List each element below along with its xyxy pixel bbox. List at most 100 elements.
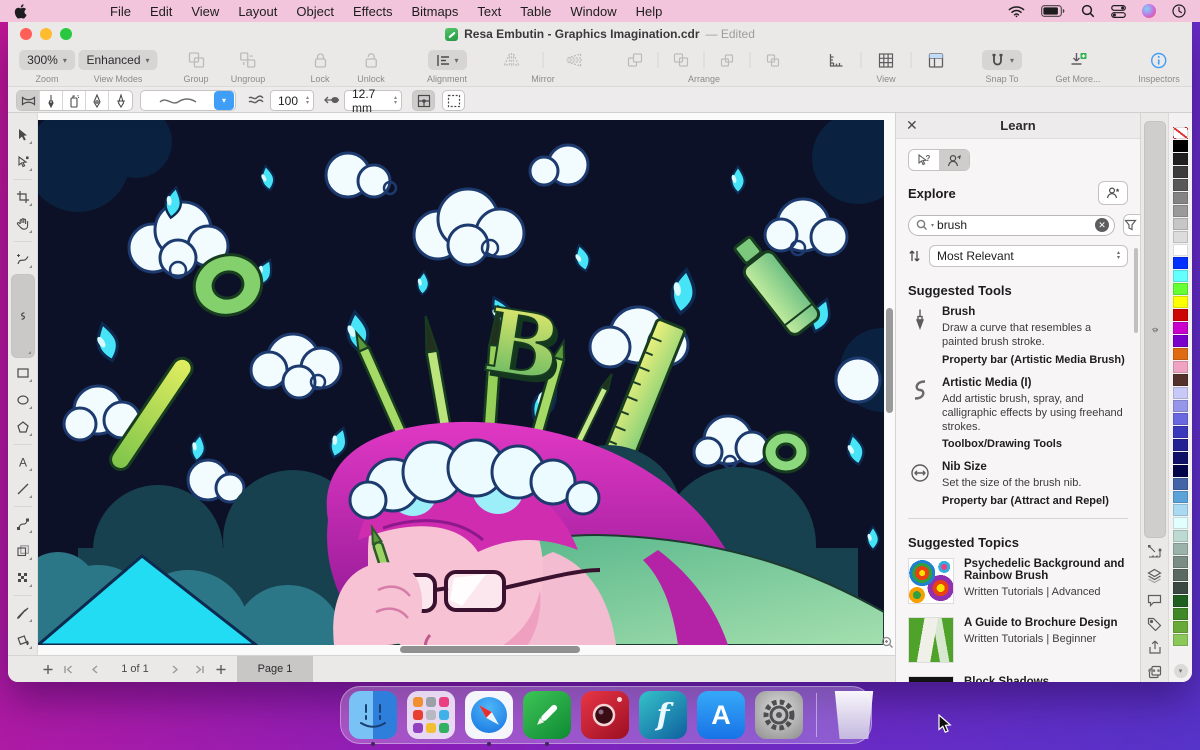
color-swatch[interactable] — [1173, 270, 1188, 282]
battery-icon[interactable] — [1041, 5, 1065, 17]
color-swatch[interactable] — [1173, 608, 1188, 620]
to-front-button[interactable] — [627, 52, 644, 69]
suggested-tool-artistic-media[interactable]: Artistic Media (I) Add artistic brush, s… — [908, 377, 1128, 451]
dock-finder-icon[interactable] — [349, 691, 397, 739]
dock-trash-icon[interactable] — [830, 691, 878, 739]
bezier-tool[interactable] — [11, 512, 35, 536]
grid-toggle-button[interactable] — [878, 52, 895, 69]
zoom-corner-icon[interactable] — [881, 636, 894, 649]
transparency-tool[interactable] — [11, 539, 35, 563]
dock-app-store-icon[interactable]: A — [697, 691, 745, 739]
color-swatch[interactable] — [1173, 517, 1188, 529]
color-swatch[interactable] — [1173, 413, 1188, 425]
topic-brochure-design[interactable]: A Guide to Brochure Design Written Tutor… — [908, 617, 1128, 663]
straight-line-tool[interactable] — [11, 477, 35, 501]
palette-expand-icon[interactable]: ▾ — [1174, 664, 1188, 678]
color-swatch[interactable] — [1173, 426, 1188, 438]
control-center-icon[interactable] — [1111, 5, 1126, 18]
color-swatch[interactable] — [1173, 296, 1188, 308]
hints-mode-button[interactable]: ? — [909, 150, 939, 170]
color-swatch[interactable] — [1173, 218, 1188, 230]
ungroup-button[interactable] — [239, 51, 257, 69]
menu-view[interactable]: View — [191, 4, 219, 19]
color-swatch[interactable] — [1173, 556, 1188, 568]
color-swatch[interactable] — [1173, 361, 1188, 373]
preset-mode-button[interactable] — [17, 91, 40, 110]
close-window-button[interactable] — [20, 28, 32, 40]
color-swatch[interactable] — [1173, 335, 1188, 347]
stepper-icon[interactable]: ▴▾ — [302, 96, 313, 106]
nib-size-input[interactable]: 12.7 mm ▴▾ — [344, 90, 402, 111]
color-swatch[interactable] — [1173, 127, 1188, 139]
first-page-button[interactable] — [63, 656, 73, 682]
apple-menu-icon[interactable] — [14, 4, 27, 19]
wifi-icon[interactable] — [1008, 5, 1025, 18]
transform-tab-icon[interactable] — [1144, 541, 1166, 562]
color-swatch[interactable] — [1173, 465, 1188, 477]
artistic-media-tool[interactable] — [11, 274, 35, 358]
color-swatch[interactable] — [1173, 205, 1188, 217]
color-swatch[interactable] — [1173, 140, 1188, 152]
pick-tool[interactable] — [11, 123, 35, 147]
comments-tab-icon[interactable] — [1144, 589, 1166, 610]
color-swatch[interactable] — [1173, 231, 1188, 243]
add-page-button-right[interactable] — [216, 656, 227, 682]
color-swatch[interactable] — [1173, 400, 1188, 412]
stroke-preset-dropdown[interactable]: ▾ — [140, 90, 236, 111]
color-swatch[interactable] — [1173, 387, 1188, 399]
back-one-button[interactable] — [765, 52, 782, 69]
drawing-canvas[interactable]: AA BB CC — [38, 113, 895, 655]
learn-tab-icon[interactable] — [1144, 121, 1166, 538]
dock-system-settings-icon[interactable] — [755, 691, 803, 739]
menu-file[interactable]: File — [110, 4, 131, 19]
mesh-fill-tool[interactable] — [11, 566, 35, 590]
menu-help[interactable]: Help — [636, 4, 663, 19]
color-swatch[interactable] — [1173, 452, 1188, 464]
shape-edit-tool[interactable] — [11, 150, 35, 174]
sort-order-select[interactable]: Most Relevant ▴▾ — [929, 245, 1128, 267]
color-swatch[interactable] — [1173, 374, 1188, 386]
freehand-tool[interactable] — [11, 247, 35, 271]
document-grid-button[interactable] — [928, 52, 945, 69]
get-more-button[interactable] — [1069, 51, 1087, 69]
menu-window[interactable]: Window — [570, 4, 616, 19]
group-button[interactable] — [187, 51, 205, 69]
dock-launchpad-icon[interactable] — [407, 691, 455, 739]
color-swatch[interactable] — [1173, 153, 1188, 165]
layers-tab-icon[interactable] — [1144, 565, 1166, 586]
clear-search-icon[interactable]: ✕ — [1095, 218, 1109, 232]
menu-bitmaps[interactable]: Bitmaps — [411, 4, 458, 19]
menu-edit[interactable]: Edit — [150, 4, 172, 19]
menu-table[interactable]: Table — [520, 4, 551, 19]
expression-mode-button[interactable] — [109, 91, 132, 110]
menu-layout[interactable]: Layout — [238, 4, 277, 19]
color-swatch[interactable] — [1173, 491, 1188, 503]
rulers-toggle-button[interactable] — [828, 52, 845, 69]
unlock-button[interactable] — [363, 51, 379, 69]
dock-font-manager-icon[interactable]: f — [639, 691, 687, 739]
menu-object[interactable]: Object — [296, 4, 334, 19]
border-settings-button[interactable] — [412, 90, 435, 111]
canvas-vertical-scrollbar[interactable] — [886, 308, 893, 413]
ellipse-tool[interactable] — [11, 388, 35, 412]
siri-icon[interactable] — [1142, 4, 1156, 18]
color-swatch[interactable] — [1173, 595, 1188, 607]
suggested-tool-nib-size[interactable]: Nib Size Set the size of the brush nib. … — [908, 461, 1128, 506]
lock-button[interactable] — [312, 51, 328, 69]
last-page-button[interactable] — [195, 656, 205, 682]
sprayer-mode-button[interactable] — [63, 91, 86, 110]
more-tabs-button[interactable]: ••• — [1141, 666, 1168, 677]
panel-scrollbar[interactable] — [1134, 248, 1138, 333]
explore-mode-button[interactable] — [939, 150, 969, 170]
polygon-tool[interactable] — [11, 415, 35, 439]
menu-text[interactable]: Text — [477, 4, 501, 19]
spotlight-search-icon[interactable] — [1081, 4, 1095, 18]
color-swatch[interactable] — [1173, 634, 1188, 646]
tag-tab-icon[interactable] — [1144, 613, 1166, 634]
dock-coreldraw-icon[interactable] — [523, 691, 571, 739]
brush-mode-button[interactable] — [40, 91, 63, 110]
stepper-icon[interactable]: ▴▾ — [390, 96, 401, 106]
mirror-horizontal-button[interactable] — [503, 52, 521, 68]
to-back-button[interactable] — [673, 52, 690, 69]
search-input[interactable] — [937, 218, 1092, 232]
